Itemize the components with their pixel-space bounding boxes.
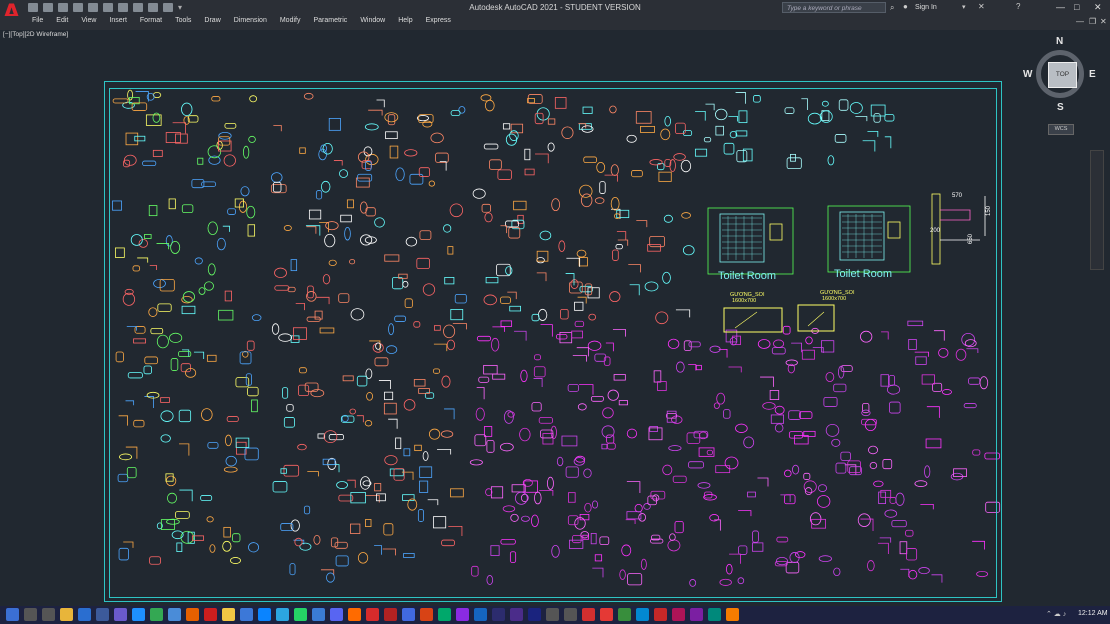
viewcube[interactable]: TOP N S E W bbox=[1023, 36, 1096, 113]
app-icon-2[interactable] bbox=[96, 608, 109, 621]
menu-file[interactable]: File bbox=[32, 17, 43, 24]
photoshop-icon[interactable] bbox=[474, 608, 487, 621]
compass-south[interactable]: S bbox=[1057, 102, 1064, 113]
sign-in-button[interactable]: Sign In bbox=[915, 4, 937, 11]
app-icon-23[interactable] bbox=[672, 608, 685, 621]
app-icon-21[interactable] bbox=[636, 608, 649, 621]
minimize-icon[interactable]: — bbox=[1056, 2, 1065, 12]
menu-modify[interactable]: Modify bbox=[280, 17, 301, 24]
opera-icon[interactable] bbox=[204, 608, 217, 621]
firefox-icon[interactable] bbox=[186, 608, 199, 621]
app-icon-10[interactable] bbox=[384, 608, 397, 621]
doc-minimize-icon[interactable]: — bbox=[1076, 17, 1084, 26]
title-bar: A ▾ Autodesk AutoCAD 2021 - STUDENT VERS… bbox=[0, 0, 1110, 26]
app-icon-16[interactable] bbox=[546, 608, 559, 621]
app-icon-13[interactable] bbox=[438, 608, 451, 621]
whatsapp-icon[interactable] bbox=[294, 608, 307, 621]
compass-north[interactable]: N bbox=[1056, 36, 1063, 47]
app-icon-20[interactable] bbox=[618, 608, 631, 621]
sign-in-dropdown-icon[interactable]: ▾ bbox=[962, 3, 966, 11]
windows-start-icon[interactable] bbox=[6, 608, 19, 621]
drawing-border-inner bbox=[109, 88, 997, 598]
audition-icon[interactable] bbox=[528, 608, 541, 621]
app-icon-6[interactable] bbox=[240, 608, 253, 621]
app-icon-11[interactable] bbox=[402, 608, 415, 621]
premiere-icon[interactable] bbox=[510, 608, 523, 621]
compass-west[interactable]: W bbox=[1023, 69, 1032, 80]
search-icon[interactable]: ⌕ bbox=[890, 3, 894, 13]
app-icon-12[interactable] bbox=[420, 608, 433, 621]
autocad-taskbar-icon[interactable] bbox=[366, 608, 379, 621]
app-icon-7[interactable] bbox=[258, 608, 271, 621]
app-icon-1[interactable] bbox=[78, 608, 91, 621]
menu-items: File Edit View Insert Format Tools Draw … bbox=[32, 17, 464, 24]
app-icon-17[interactable] bbox=[564, 608, 577, 621]
chrome-icon[interactable] bbox=[150, 608, 163, 621]
autodesk-app-store-icon[interactable]: ✕ bbox=[978, 2, 985, 11]
app-icon-26[interactable] bbox=[726, 608, 739, 621]
app-icon-24[interactable] bbox=[690, 608, 703, 621]
app-icon-3[interactable] bbox=[114, 608, 127, 621]
window-title: Autodesk AutoCAD 2021 - STUDENT VERSION bbox=[469, 3, 641, 12]
close-icon[interactable]: ✕ bbox=[1094, 2, 1102, 13]
zoom-icon[interactable] bbox=[312, 608, 325, 621]
app-icon-5[interactable] bbox=[222, 608, 235, 621]
menu-help[interactable]: Help bbox=[398, 17, 412, 24]
edge-icon[interactable] bbox=[132, 608, 145, 621]
app-icon-22[interactable] bbox=[654, 608, 667, 621]
menu-edit[interactable]: Edit bbox=[56, 17, 68, 24]
app-icon-15[interactable] bbox=[492, 608, 505, 621]
menu-draw[interactable]: Draw bbox=[204, 17, 220, 24]
search-taskbar-icon[interactable] bbox=[24, 608, 37, 621]
app-icon-4[interactable] bbox=[168, 608, 181, 621]
windows-taskbar: ⌃ ☁ ♪ 12:12 AM bbox=[0, 606, 1110, 624]
menu-parametric[interactable]: Parametric bbox=[313, 17, 347, 24]
menu-express[interactable]: Express bbox=[426, 17, 451, 24]
menu-dimension[interactable]: Dimension bbox=[234, 17, 267, 24]
help-icon[interactable]: ? bbox=[1016, 2, 1020, 11]
app-icon-9[interactable] bbox=[348, 608, 361, 621]
menu-format[interactable]: Format bbox=[140, 17, 162, 24]
taskbar-clock[interactable]: 12:12 AM bbox=[1078, 610, 1108, 617]
search-input[interactable]: Type a keyword or phrase bbox=[782, 2, 886, 13]
wcs-menu[interactable]: WCS bbox=[1048, 124, 1074, 135]
app-icon-14[interactable] bbox=[456, 608, 469, 621]
app-icon-18[interactable] bbox=[582, 608, 595, 621]
user-icon[interactable]: ● bbox=[903, 2, 908, 11]
maximize-icon[interactable]: □ bbox=[1074, 2, 1079, 12]
doc-close-icon[interactable]: ✕ bbox=[1100, 17, 1107, 26]
file-explorer-icon[interactable] bbox=[60, 608, 73, 621]
app-icon-25[interactable] bbox=[708, 608, 721, 621]
doc-restore-icon[interactable]: ❐ bbox=[1089, 17, 1096, 26]
menu-insert[interactable]: Insert bbox=[109, 17, 127, 24]
app-icon-8[interactable] bbox=[330, 608, 343, 621]
telegram-icon[interactable] bbox=[276, 608, 289, 621]
menu-tools[interactable]: Tools bbox=[175, 17, 191, 24]
menu-window[interactable]: Window bbox=[360, 17, 385, 24]
task-view-icon[interactable] bbox=[42, 608, 55, 621]
menu-view[interactable]: View bbox=[81, 17, 96, 24]
viewcube-top-face[interactable]: TOP bbox=[1048, 62, 1077, 88]
system-tray-icons[interactable]: ⌃ ☁ ♪ bbox=[1046, 610, 1066, 618]
navigation-bar[interactable] bbox=[1090, 150, 1104, 270]
app-icon-19[interactable] bbox=[600, 608, 613, 621]
compass-east[interactable]: E bbox=[1089, 69, 1096, 80]
taskbar-icons bbox=[6, 608, 739, 621]
